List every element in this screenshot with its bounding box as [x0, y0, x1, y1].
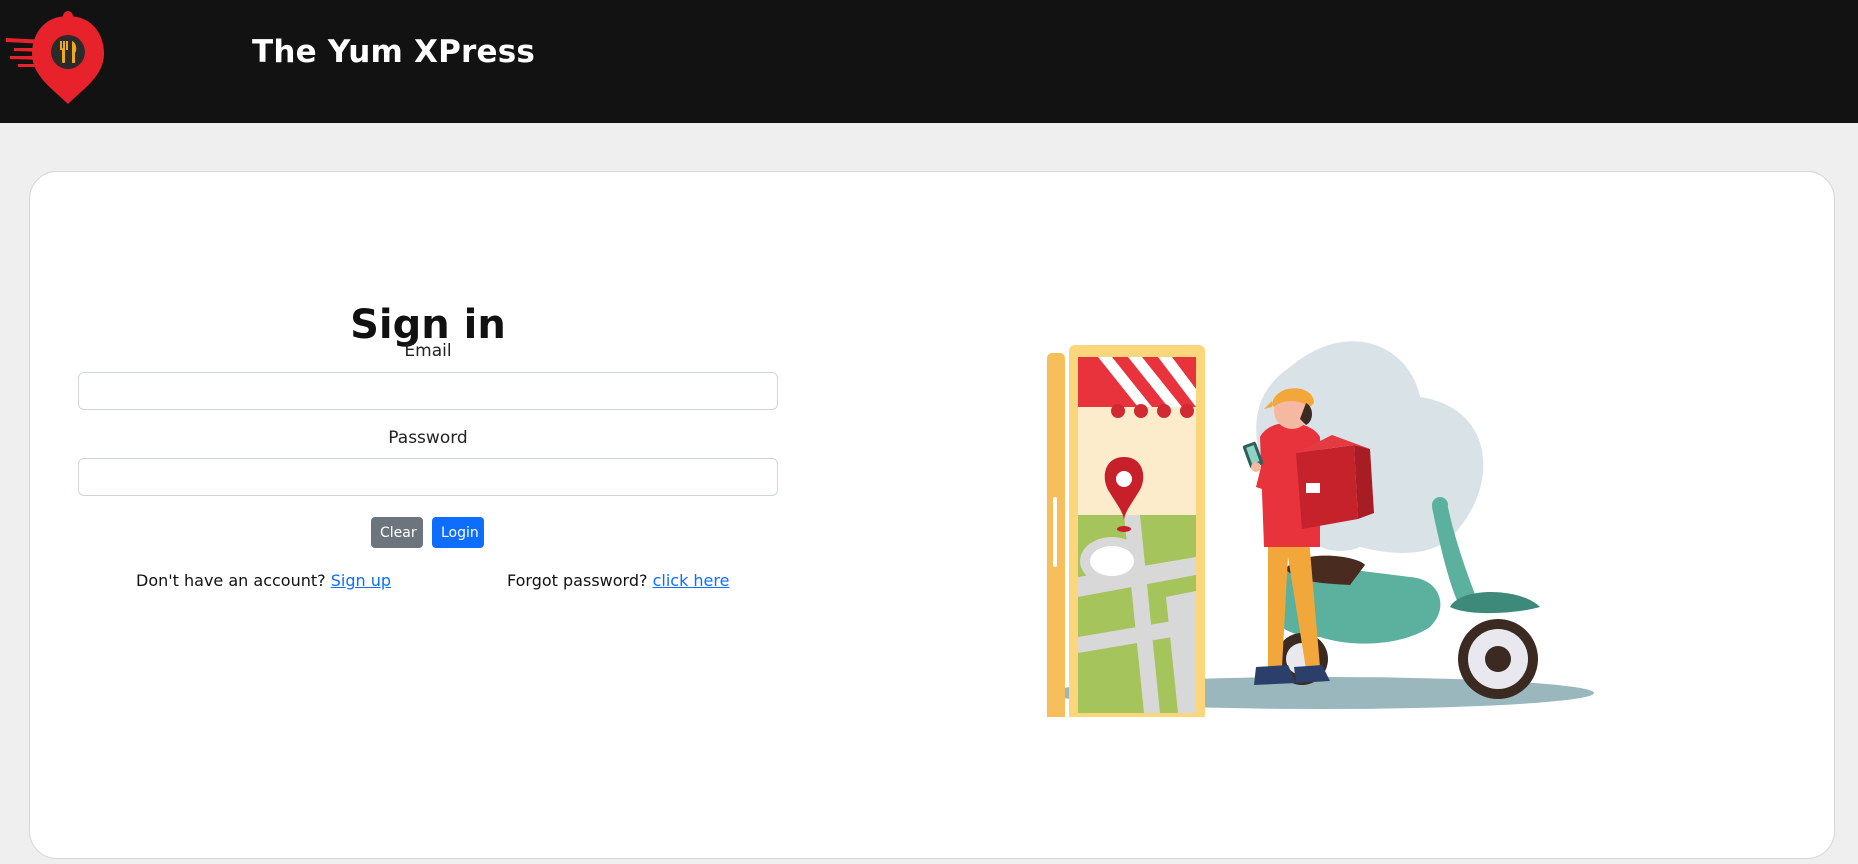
- signin-card: Sign in Email Password Clear Login Don't…: [29, 171, 1835, 859]
- forgot-password-link[interactable]: click here: [653, 571, 730, 590]
- password-label: Password: [388, 428, 468, 448]
- signup-link[interactable]: Sign up: [331, 571, 391, 590]
- clear-button[interactable]: Clear: [371, 517, 423, 548]
- password-field[interactable]: [78, 458, 778, 496]
- forgot-password-prompt: Forgot password?: [507, 571, 648, 590]
- delivery-rider-illustration: [1047, 341, 1594, 717]
- email-label: Email: [404, 341, 452, 361]
- forgot-password-row: Forgot password? click here: [507, 571, 729, 590]
- email-field[interactable]: [78, 372, 778, 410]
- signup-row: Don't have an account? Sign up: [136, 571, 391, 590]
- brand-logo-icon[interactable]: [4, 8, 104, 106]
- top-navbar: The Yum XPress: [0, 0, 1858, 123]
- login-button[interactable]: Login: [432, 517, 484, 548]
- brand-name[interactable]: The Yum XPress: [252, 34, 535, 70]
- signup-prompt: Don't have an account?: [136, 571, 326, 590]
